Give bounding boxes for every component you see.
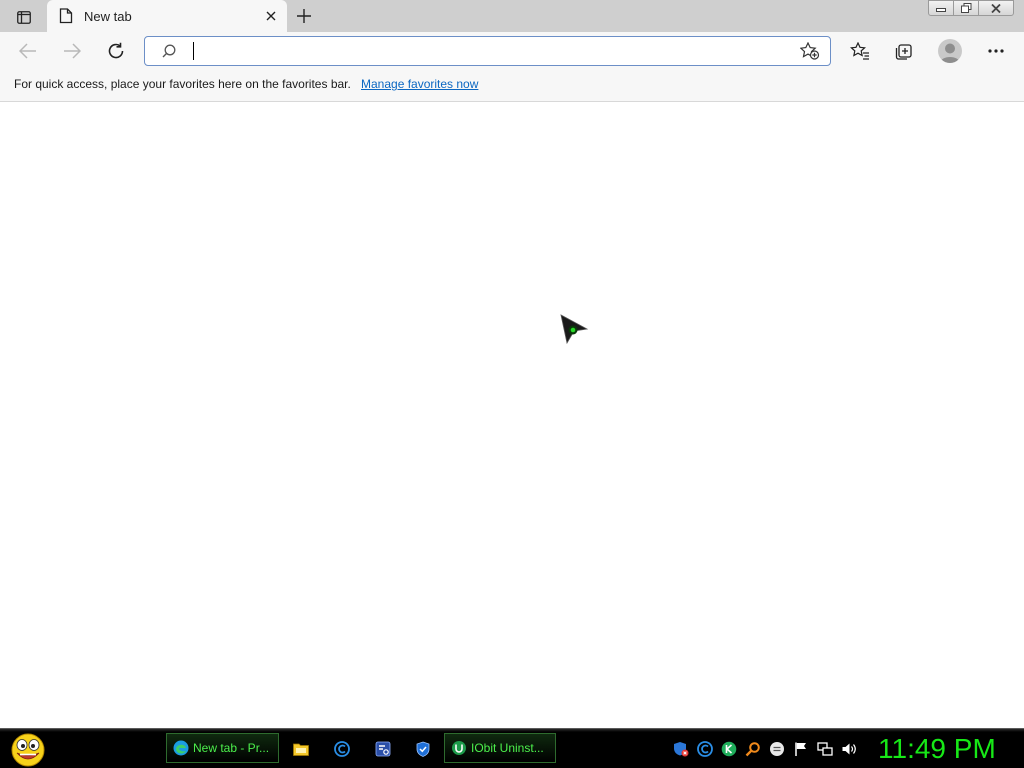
tray-k-app[interactable] <box>720 740 738 758</box>
flag-icon <box>795 742 806 756</box>
taskbar-clock[interactable]: 11:49 PM <box>878 733 996 765</box>
page-content <box>0 102 1024 728</box>
forward-button[interactable] <box>58 37 86 65</box>
address-input[interactable] <box>191 41 785 63</box>
folder-icon <box>293 743 309 756</box>
more-dots-icon <box>988 49 1004 53</box>
taskbar: New tab - Pr... IObit Uninst... 11:49 PM <box>0 728 1024 768</box>
ccleaner-tray-icon <box>697 741 713 757</box>
favorites-star-list-icon <box>850 42 869 60</box>
tab-strip: New tab <box>0 0 1024 32</box>
profile-icon <box>940 43 960 63</box>
browser-toolbar <box>0 32 1024 70</box>
collections-icon <box>895 44 912 60</box>
tab-close-button[interactable] <box>263 8 279 24</box>
taskbar-button-label: IObit Uninst... <box>471 741 544 755</box>
mouse-cursor-icon <box>560 314 589 344</box>
taskbar-button-label: New tab - Pr... <box>193 741 270 755</box>
tray-chat[interactable] <box>768 740 786 758</box>
settings-and-more-button[interactable] <box>982 37 1010 65</box>
tray-network[interactable] <box>816 740 834 758</box>
close-icon <box>991 3 1001 13</box>
quick-launch-shield-app[interactable] <box>414 740 432 758</box>
tray-volume[interactable] <box>840 740 858 758</box>
tab-title: New tab <box>84 9 132 24</box>
search-tray-icon <box>745 742 760 757</box>
quick-launch-folder[interactable] <box>292 740 310 758</box>
refresh-icon <box>108 42 124 59</box>
settings-app-icon <box>375 741 391 757</box>
edge-icon <box>173 740 189 756</box>
new-tab-button[interactable] <box>293 5 315 27</box>
refresh-button[interactable] <box>102 37 130 65</box>
k-app-icon <box>721 741 737 757</box>
minimize-button[interactable] <box>928 0 954 16</box>
quick-launch-ccleaner[interactable] <box>333 740 351 758</box>
close-icon <box>266 11 276 21</box>
volume-icon <box>842 743 856 755</box>
tray-action-center[interactable] <box>792 740 810 758</box>
back-arrow-icon <box>19 43 36 59</box>
taskbar-button-iobit[interactable]: IObit Uninst... <box>444 733 556 763</box>
back-button[interactable] <box>14 37 42 65</box>
tab-actions-icon <box>17 10 31 24</box>
favorites-button[interactable] <box>846 37 874 65</box>
chat-icon <box>770 742 784 756</box>
shield-app-icon <box>416 741 430 757</box>
iobit-uninstaller-icon <box>451 740 467 756</box>
favorites-bar: For quick access, place your favorites h… <box>0 70 1024 102</box>
restore-icon <box>960 3 971 13</box>
forward-arrow-icon <box>64 43 81 59</box>
address-bar[interactable] <box>144 36 831 66</box>
taskbar-button-edge[interactable]: New tab - Pr... <box>166 733 279 763</box>
tray-search-app[interactable] <box>744 740 762 758</box>
start-button-smiley-icon[interactable] <box>8 731 48 767</box>
tab-new-tab[interactable]: New tab <box>47 0 287 32</box>
tray-ccleaner[interactable] <box>696 740 714 758</box>
search-icon <box>162 44 176 58</box>
favorites-bar-message: For quick access, place your favorites h… <box>14 77 351 91</box>
ccleaner-icon <box>334 741 350 757</box>
tray-security-shield[interactable] <box>672 740 690 758</box>
plus-icon <box>297 9 311 23</box>
collections-button[interactable] <box>890 37 918 65</box>
minimize-icon <box>936 8 946 12</box>
security-shield-icon <box>674 742 689 757</box>
network-icon <box>817 742 833 756</box>
window-close-button[interactable] <box>978 0 1014 16</box>
tab-actions-button[interactable] <box>10 6 38 28</box>
profile-avatar[interactable] <box>938 39 962 63</box>
manage-favorites-link[interactable]: Manage favorites now <box>361 77 478 91</box>
restore-button[interactable] <box>953 0 979 16</box>
add-favorite-icon[interactable] <box>800 42 820 60</box>
text-caret <box>193 42 194 60</box>
quick-launch-settings-app[interactable] <box>374 740 392 758</box>
page-icon <box>59 8 73 24</box>
